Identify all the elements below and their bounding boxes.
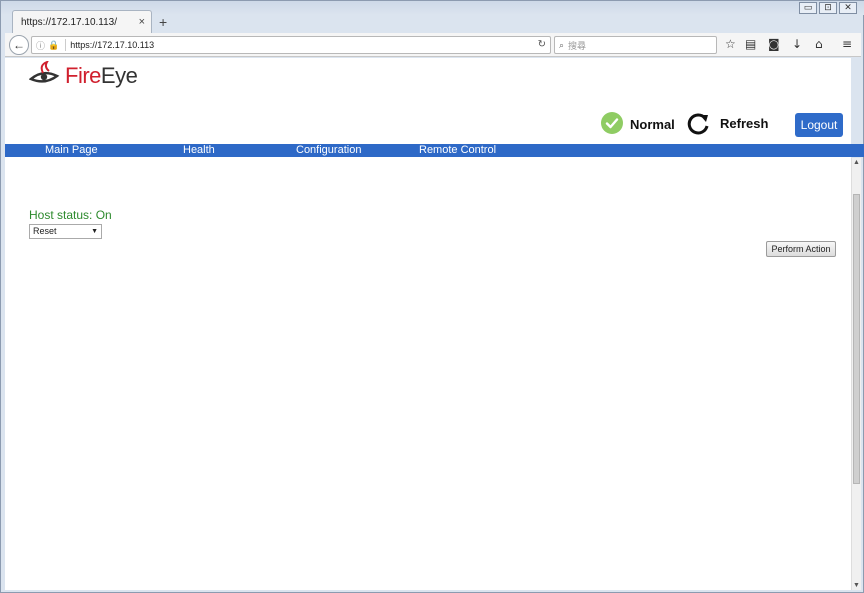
reload-icon[interactable]: ↻ [538, 39, 546, 50]
scroll-up-icon[interactable]: ▲ [853, 159, 860, 166]
tab-title: https://172.17.10.113/ [21, 17, 118, 28]
menu-item-health[interactable]: Health [183, 144, 215, 157]
bookmark-star-icon[interactable]: ☆ [725, 37, 736, 51]
maximize-button[interactable]: ⊡ [819, 2, 837, 14]
back-arrow-icon: ← [13, 38, 25, 52]
pocket-icon[interactable]: ◙ [768, 37, 780, 51]
system-status-label: Normal [630, 117, 675, 132]
search-icon: ⌕ [559, 39, 565, 50]
scrollbar-thumb[interactable] [853, 194, 860, 484]
insecure-lock-icon[interactable]: 🔒 [48, 40, 59, 51]
page-content: FireEye Normal Refresh Logout Main Page … [5, 58, 864, 590]
menu-item-configuration[interactable]: Configuration [296, 144, 361, 157]
url-separator [65, 39, 67, 51]
navigation-toolbar: ← ⓘ 🔒 https://172.17.10.113 ↻ ⌕ 搜尋 ☆ ▤ ◙… [5, 33, 861, 57]
refresh-link[interactable]: Refresh [720, 116, 768, 131]
search-placeholder: 搜尋 [568, 40, 587, 51]
menu-icon[interactable]: ≡ [842, 37, 852, 51]
logo-fire-text: Fire [65, 63, 101, 88]
main-menu-bar: Main Page Health Configuration Remote Co… [5, 144, 864, 157]
host-status-text: Host status: On [29, 208, 112, 222]
refresh-icon[interactable] [686, 112, 712, 136]
close-window-button[interactable]: ✕ [839, 2, 857, 14]
search-input[interactable]: ⌕ 搜尋 [554, 36, 717, 54]
perform-action-button[interactable]: Perform Action [766, 241, 836, 257]
logo-wordmark: FireEye [65, 63, 138, 89]
window-controls: ▭ ⊡ ✕ [799, 2, 857, 14]
chevron-down-icon: ▼ [91, 228, 98, 235]
info-icon[interactable]: ⓘ [36, 39, 45, 52]
url-bar[interactable]: ⓘ 🔒 https://172.17.10.113 ↻ [31, 36, 551, 54]
fireeye-logo: FireEye [29, 61, 138, 91]
download-icon[interactable]: ↓ [792, 37, 802, 51]
menu-item-main-page[interactable]: Main Page [45, 144, 98, 157]
bookmarks-list-icon[interactable]: ▤ [745, 37, 756, 51]
menu-item-remote-control[interactable]: Remote Control [419, 144, 496, 157]
action-select[interactable]: Reset ▼ [29, 224, 102, 239]
action-select-value: Reset [33, 226, 57, 236]
browser-tab[interactable]: https://172.17.10.113/ × [12, 10, 152, 34]
logo-eye-text: Eye [100, 63, 138, 88]
checkmark-icon [605, 118, 619, 129]
status-ok-icon [601, 112, 623, 134]
vertical-scrollbar[interactable]: ▲ ▼ [851, 158, 861, 590]
minimize-button[interactable]: ▭ [799, 2, 817, 14]
back-button[interactable]: ← [9, 35, 29, 55]
url-text: https://172.17.10.113 [70, 40, 155, 50]
close-tab-icon[interactable]: × [139, 16, 145, 28]
browser-window: ▭ ⊡ ✕ https://172.17.10.113/ × + ← ⓘ 🔒 h… [0, 0, 864, 593]
fireeye-eye-icon [29, 61, 60, 83]
new-tab-icon[interactable]: + [159, 14, 167, 30]
scroll-down-icon[interactable]: ▼ [853, 582, 860, 589]
logout-button[interactable]: Logout [795, 113, 843, 137]
home-icon[interactable]: ⌂ [815, 37, 823, 51]
